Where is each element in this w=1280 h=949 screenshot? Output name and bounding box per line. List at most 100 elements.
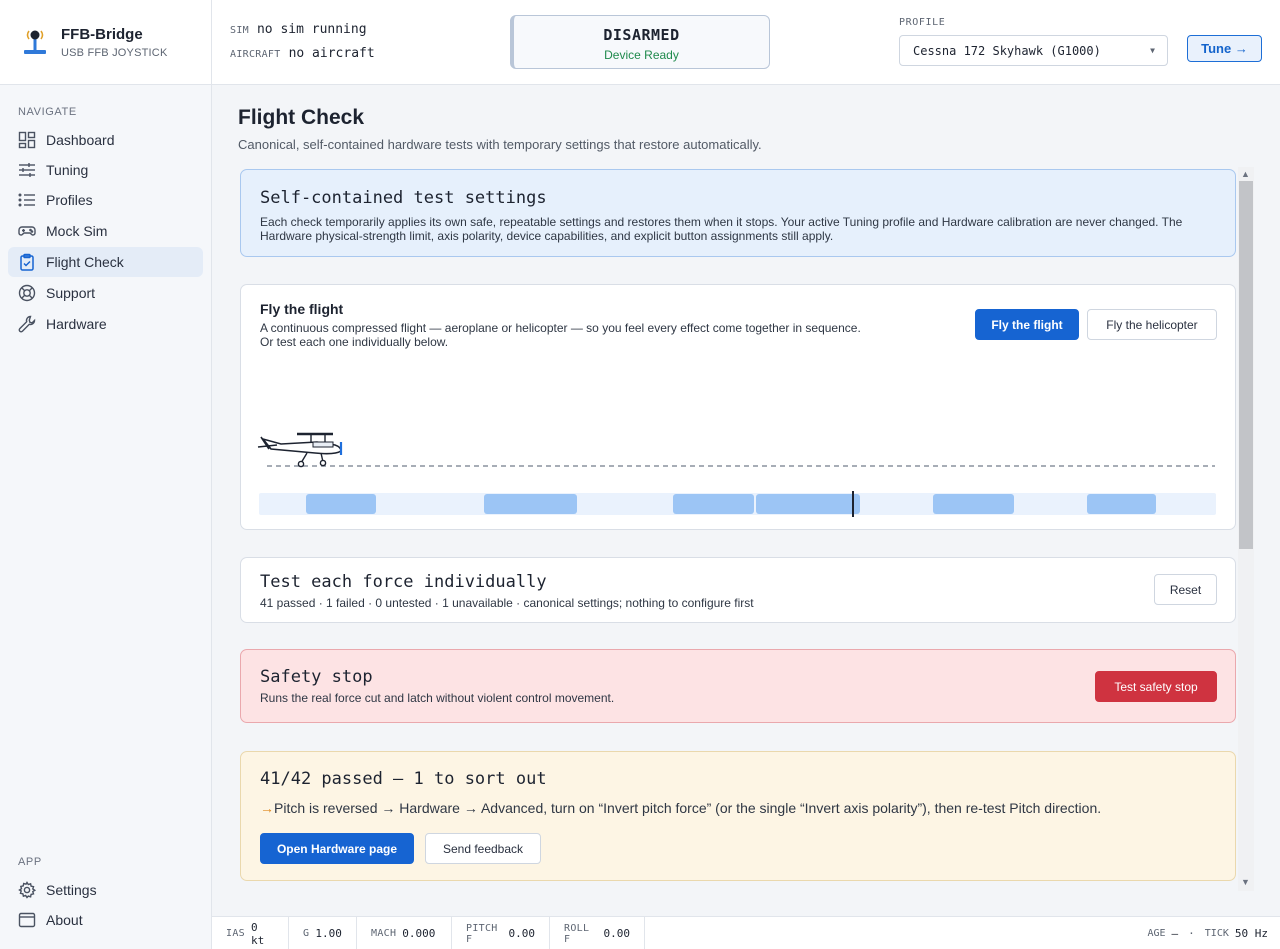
age-value: —: [1171, 927, 1179, 940]
sidebar-item-label: Dashboard: [46, 132, 115, 148]
test-card-summary: 41 passed · 1 failed · 0 untested · 1 un…: [260, 596, 754, 610]
chevron-down-icon: ▼: [1150, 46, 1155, 55]
separator: ·: [1188, 927, 1195, 940]
summary-action-text: Pitch is reversed → Hardware → Advanced,…: [274, 800, 1102, 816]
telemetry-mach: MACH 0.000: [357, 917, 452, 949]
timeline-segment[interactable]: [756, 494, 860, 514]
sidebar-item-tuning[interactable]: Tuning: [8, 155, 203, 185]
info-card-title: Self-contained test settings: [260, 188, 547, 208]
sidebar-item-support[interactable]: Support: [8, 278, 203, 308]
send-feedback-button[interactable]: Send feedback: [425, 833, 541, 864]
sidebar-item-label: Tuning: [46, 162, 89, 178]
reset-button[interactable]: Reset: [1154, 574, 1217, 605]
telemetry-value: 0.00: [603, 927, 631, 940]
telemetry-key: PITCH F: [466, 922, 498, 945]
sidebar-item-mock-sim[interactable]: Mock Sim: [8, 216, 203, 246]
clipboard-check-icon: [20, 253, 34, 271]
timeline-segment[interactable]: [933, 494, 1014, 514]
nav-heading: NAVIGATE: [18, 106, 77, 118]
app-subtitle: USB FFB JOYSTICK: [61, 46, 168, 59]
brand: FFB-Bridge USB FFB JOYSTICK: [0, 0, 211, 85]
telemetry-key: IAS: [226, 928, 245, 939]
sim-key: SIM: [230, 25, 249, 36]
telemetry-key: G: [303, 928, 310, 939]
sliders-icon: [19, 163, 35, 177]
summary-card: 41/42 passed — 1 to sort out →Pitch is r…: [240, 751, 1236, 881]
summary-action: →Pitch is reversed → Hardware → Advanced…: [260, 800, 1216, 816]
sim-status: SIM no sim running: [230, 22, 367, 37]
sidebar-item-label: Mock Sim: [46, 223, 108, 239]
telemetry-key: MACH: [371, 928, 397, 939]
scroll-up-icon[interactable]: ▲: [1241, 169, 1250, 179]
gear-icon: [18, 881, 36, 899]
aircraft-status: AIRCRAFT no aircraft: [230, 46, 375, 61]
window-icon: [18, 912, 36, 928]
aircraft-key: AIRCRAFT: [230, 49, 281, 60]
fly-helicopter-button[interactable]: Fly the helicopter: [1087, 309, 1217, 340]
test-individual-card: Test each force individually 41 passed ·…: [240, 557, 1236, 623]
info-card: Self-contained test settings Each check …: [240, 169, 1236, 257]
sidebar-item-hardware[interactable]: Hardware: [8, 309, 203, 339]
profile-select[interactable]: Cessna 172 Skyhawk (G1000) ▼: [899, 35, 1168, 66]
arm-status-badge: DISARMED Device Ready: [510, 15, 770, 69]
sidebar-item-about[interactable]: About: [8, 905, 203, 935]
app-title: FFB-Bridge: [61, 25, 143, 43]
sidebar-item-label: Profiles: [46, 192, 93, 208]
dashboard-icon: [18, 131, 36, 149]
summary-card-title: 41/42 passed — 1 to sort out: [260, 769, 547, 789]
sidebar-item-label: About: [46, 912, 83, 928]
telemetry-key: ROLL F: [564, 922, 590, 945]
sidebar-item-label: Flight Check: [46, 254, 124, 270]
timeline-segment[interactable]: [673, 494, 754, 514]
page-subtitle: Canonical, self-contained hardware tests…: [238, 137, 762, 152]
sidebar-item-dashboard[interactable]: Dashboard: [8, 125, 203, 155]
sidebar-item-profiles[interactable]: Profiles: [8, 185, 203, 215]
safety-stop-card: Safety stop Runs the real force cut and …: [240, 649, 1236, 723]
telemetry-value: 1.00: [315, 927, 342, 940]
telemetry-age-tick: AGE — · TICK 50 Hz: [1147, 917, 1268, 949]
scroll-down-icon[interactable]: ▼: [1241, 877, 1250, 887]
safety-card-text: Runs the real force cut and latch withou…: [260, 691, 615, 705]
tune-button[interactable]: Tune →: [1187, 35, 1262, 62]
airplane-icon: [257, 432, 1215, 468]
device-status: Device Ready: [604, 48, 679, 62]
flight-timeline[interactable]: [259, 491, 1216, 517]
telemetry-bar: IAS 0 kt G 1.00 MACH 0.000 PITCH F 0.00 ROLL…: [212, 916, 1280, 949]
profile-label: PROFILE: [899, 17, 946, 28]
sidebar-item-label: Support: [46, 285, 96, 301]
scrollbar[interactable]: ▲ ▼: [1238, 167, 1254, 891]
sidebar-item-label: Hardware: [46, 316, 107, 332]
lifebuoy-icon: [18, 284, 36, 302]
age-key: AGE: [1147, 928, 1166, 939]
scroll-thumb[interactable]: [1239, 181, 1253, 549]
telemetry-value: 0 kt: [250, 920, 265, 947]
sidebar-item-flight-check[interactable]: Flight Check: [8, 247, 203, 277]
sidebar: FFB-Bridge USB FFB JOYSTICK NAVIGATE Das…: [0, 0, 212, 949]
telemetry-value: 0.00: [508, 927, 536, 940]
timeline-segment[interactable]: [1087, 494, 1156, 514]
timeline-cursor[interactable]: [852, 491, 854, 517]
arrow-right-icon: →: [260, 800, 274, 816]
telemetry-value: 0.000: [402, 927, 436, 940]
aircraft-value: no aircraft: [288, 46, 375, 61]
wrench-icon: [18, 315, 36, 333]
gamepad-icon: [18, 226, 36, 236]
timeline-segment[interactable]: [306, 494, 376, 514]
telemetry-roll-force: ROLL F 0.00: [550, 917, 645, 949]
safety-card-title: Safety stop: [260, 667, 373, 687]
main-content: Self-contained test settings Each check …: [238, 167, 1238, 891]
joystick-logo-icon: [24, 30, 46, 54]
sidebar-item-settings[interactable]: Settings: [8, 875, 203, 905]
fly-card: Fly the flight A continuous compressed f…: [240, 284, 1236, 530]
timeline-segment[interactable]: [484, 494, 577, 514]
telemetry-pitch-force: PITCH F 0.00: [452, 917, 550, 949]
open-hardware-button[interactable]: Open Hardware page: [260, 833, 414, 864]
arm-status: DISARMED: [603, 26, 680, 44]
telemetry-g: G 1.00: [289, 917, 357, 949]
app-heading: APP: [18, 856, 42, 868]
top-header: SIM no sim running AIRCRAFT no aircraft …: [212, 0, 1280, 85]
sim-value: no sim running: [256, 22, 367, 37]
sidebar-item-label: Settings: [46, 882, 97, 898]
fly-flight-button[interactable]: Fly the flight: [975, 309, 1079, 340]
test-safety-stop-button[interactable]: Test safety stop: [1095, 671, 1217, 702]
